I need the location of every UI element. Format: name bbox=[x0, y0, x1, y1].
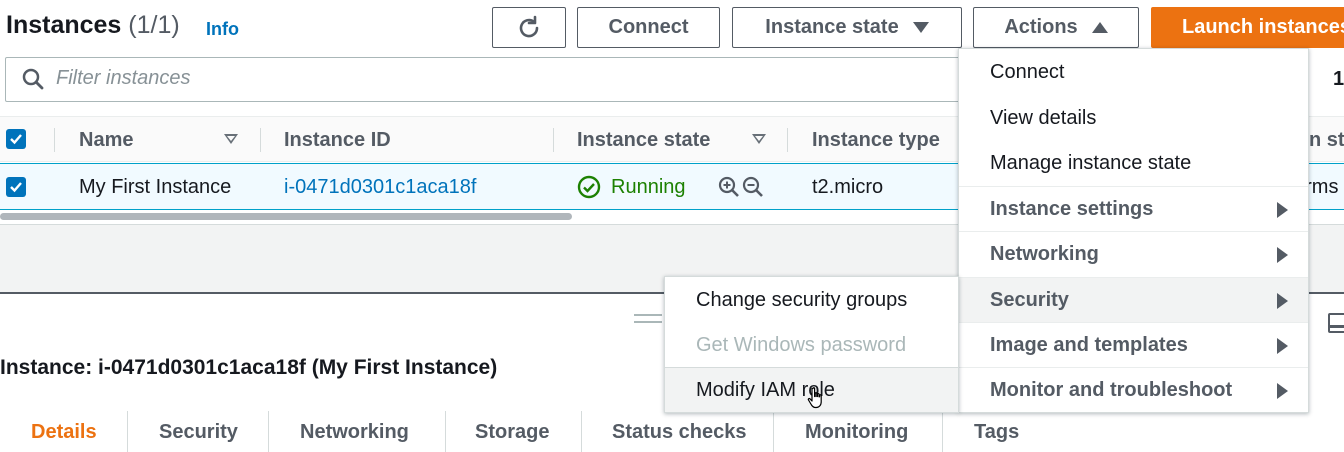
check-icon bbox=[10, 134, 22, 145]
column-separator bbox=[54, 128, 55, 152]
menu-item-networking[interactable]: Networking bbox=[959, 231, 1308, 276]
tab-monitoring[interactable]: Monitoring bbox=[805, 421, 908, 444]
tab-separator bbox=[773, 411, 774, 452]
menu-item-label: Image and templates bbox=[990, 334, 1188, 356]
instance-status-label: Running bbox=[611, 175, 686, 198]
caret-down-icon bbox=[912, 22, 929, 33]
state-filter-icons bbox=[718, 176, 764, 198]
instance-state-dropdown[interactable]: Instance state bbox=[732, 7, 962, 48]
instance-state-label: Instance state bbox=[765, 16, 899, 38]
connect-button-label: Connect bbox=[608, 16, 689, 38]
zoom-out-icon[interactable] bbox=[742, 176, 764, 198]
column-separator bbox=[553, 128, 554, 152]
check-circle-icon bbox=[577, 175, 601, 199]
tab-security[interactable]: Security bbox=[159, 421, 238, 444]
tab-separator bbox=[268, 411, 269, 452]
menu-item-view-details[interactable]: View details bbox=[959, 96, 1308, 141]
column-separator bbox=[787, 128, 788, 152]
sort-icon[interactable] bbox=[224, 134, 238, 144]
instance-count: (1/1) bbox=[128, 11, 180, 39]
menu-item-label: Networking bbox=[990, 243, 1099, 265]
horizontal-scrollbar[interactable] bbox=[0, 213, 572, 220]
launch-instances-label: Launch instances bbox=[1182, 16, 1344, 38]
caret-right-icon bbox=[1277, 247, 1288, 263]
caret-right-icon bbox=[1277, 338, 1288, 354]
row-checkbox[interactable] bbox=[6, 177, 26, 197]
tab-separator bbox=[942, 411, 943, 452]
menu-item-security[interactable]: Security bbox=[959, 277, 1308, 322]
caret-right-icon bbox=[1277, 383, 1288, 399]
page-number[interactable]: 1 bbox=[1333, 68, 1344, 91]
column-header-instance-id[interactable]: Instance ID bbox=[284, 129, 391, 152]
caret-up-icon bbox=[1091, 22, 1108, 33]
menu-item-instance-settings[interactable]: Instance settings bbox=[959, 186, 1308, 231]
submenu-item-get-windows-password: Get Windows password bbox=[696, 334, 907, 356]
check-icon bbox=[10, 182, 22, 193]
menu-item-manage-instance-state[interactable]: Manage instance state bbox=[959, 141, 1308, 186]
tab-networking[interactable]: Networking bbox=[300, 421, 409, 444]
menu-item-label: Instance settings bbox=[990, 198, 1154, 220]
instance-detail-title: Instance: i-0471d0301c1aca18f (My First … bbox=[0, 356, 498, 379]
tab-status-checks[interactable]: Status checks bbox=[612, 421, 747, 444]
caret-right-icon bbox=[1277, 293, 1288, 309]
tab-separator bbox=[581, 411, 582, 452]
drag-handle-icon[interactable] bbox=[634, 314, 662, 323]
tab-details[interactable]: Details bbox=[31, 421, 97, 444]
instance-status: Running bbox=[577, 175, 686, 199]
page-title: Instances (1/1) bbox=[6, 11, 180, 40]
launch-instances-button[interactable]: Launch instances bbox=[1151, 7, 1344, 48]
caret-right-icon bbox=[1277, 202, 1288, 218]
menu-item-label: Monitor and troubleshoot bbox=[990, 379, 1233, 401]
column-header-instance-state[interactable]: Instance state bbox=[577, 129, 710, 152]
column-header-instance-type[interactable]: Instance type bbox=[812, 129, 940, 152]
search-icon bbox=[22, 68, 44, 90]
submenu-item-change-security-groups[interactable]: Change security groups bbox=[665, 278, 958, 323]
column-header-partial[interactable]: n sta bbox=[1309, 129, 1344, 152]
menu-item-label: Connect bbox=[990, 61, 1065, 83]
info-link[interactable]: Info bbox=[206, 19, 239, 40]
tab-storage[interactable]: Storage bbox=[475, 421, 549, 444]
actions-dropdown[interactable]: Actions bbox=[973, 7, 1139, 48]
tab-tags[interactable]: Tags bbox=[974, 421, 1019, 444]
menu-item-image-and-templates[interactable]: Image and templates bbox=[959, 322, 1308, 367]
menu-item-label: View details bbox=[990, 107, 1097, 129]
filter-input[interactable] bbox=[56, 67, 916, 90]
page-title-text: Instances bbox=[6, 11, 122, 39]
menu-item-label: Manage instance state bbox=[990, 152, 1192, 174]
actions-menu: Connect View details Manage instance sta… bbox=[958, 48, 1309, 413]
hand-cursor-icon bbox=[807, 387, 822, 409]
detail-tabs: Details Security Networking Storage Stat… bbox=[0, 409, 1344, 452]
menu-item-monitor-and-troubleshoot[interactable]: Monitor and troubleshoot bbox=[959, 367, 1308, 412]
refresh-icon bbox=[519, 15, 539, 37]
filter-box bbox=[5, 57, 965, 102]
select-all-checkbox[interactable] bbox=[6, 129, 26, 149]
instance-name: My First Instance bbox=[79, 176, 232, 198]
panel-layout-icon[interactable] bbox=[1328, 313, 1344, 333]
instance-id-link[interactable]: i-0471d0301c1aca18f bbox=[284, 176, 476, 199]
zoom-in-icon[interactable] bbox=[718, 176, 740, 198]
connect-button[interactable]: Connect bbox=[577, 7, 720, 48]
sort-icon[interactable] bbox=[752, 134, 766, 144]
column-separator bbox=[260, 128, 261, 152]
menu-item-label: Security bbox=[990, 289, 1069, 311]
tab-separator bbox=[445, 411, 446, 452]
column-header-name[interactable]: Name bbox=[79, 129, 133, 152]
instance-type: t2.micro bbox=[812, 176, 884, 198]
tab-separator bbox=[127, 411, 128, 452]
actions-label: Actions bbox=[1004, 16, 1078, 38]
menu-item-connect[interactable]: Connect bbox=[959, 50, 1308, 95]
refresh-button[interactable] bbox=[492, 7, 566, 48]
